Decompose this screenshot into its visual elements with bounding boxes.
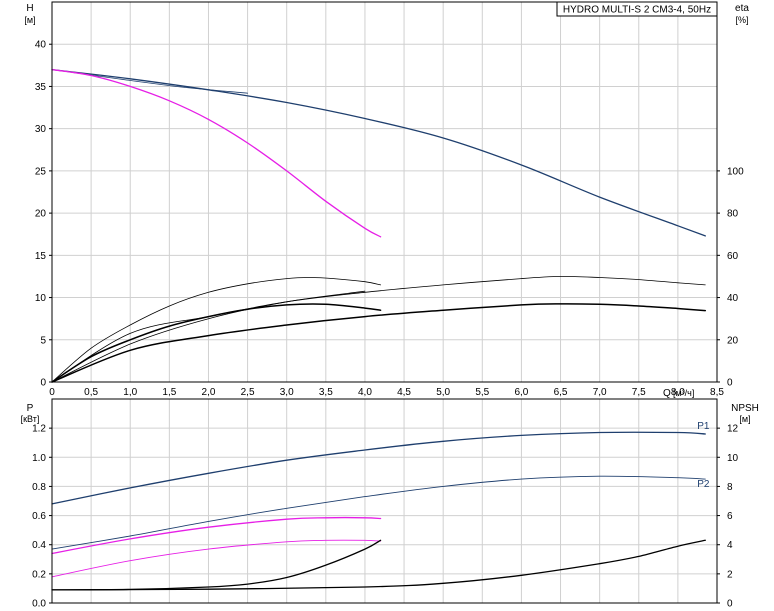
bottom-curves (51, 431, 706, 591)
left-tick-label: 20 (35, 209, 47, 220)
x-tick-label: 6,0 (514, 387, 528, 398)
left-tick-label: 40 (35, 40, 47, 51)
top-curve-6 (51, 303, 382, 383)
bottom-left-axis-title: P (27, 403, 34, 414)
bottom-curve-4 (51, 539, 382, 578)
top-curve-3 (51, 68, 382, 238)
right-tick-label: 100 (727, 166, 744, 177)
top-curves (51, 68, 707, 383)
left-tick-label: 15 (35, 251, 47, 262)
left-tick-label: 0.4 (32, 540, 46, 551)
bottom-curve-p2 (51, 475, 706, 550)
bottom-right-axis-title: NPSH (731, 403, 759, 414)
right-tick-label: 8 (727, 482, 733, 493)
left-tick-label: 0.0 (32, 599, 46, 610)
right-tick-label: 0 (727, 378, 733, 389)
bottom-left-axis-unit: [кВт] (21, 414, 40, 424)
right-tick-label: 60 (727, 251, 739, 262)
top-curve-5 (51, 275, 706, 383)
top-curve-1 (51, 68, 706, 237)
x-tick-label: 5,0 (436, 387, 450, 398)
right-tick-label: 0 (727, 599, 733, 610)
x-tick-label: 7,0 (593, 387, 607, 398)
top-tick-labels: 0 5 10 15 20 25 30 35 40 0 20 40 60 80 100 0 0,5 1,0 1,5 2,… (35, 40, 744, 398)
top-left-axis-title: H (26, 3, 33, 14)
bottom-curve-6 (51, 539, 706, 591)
right-tick-label: 20 (727, 335, 739, 346)
x-tick-label: 0 (49, 387, 55, 398)
x-tick-label: 3,0 (280, 387, 294, 398)
left-tick-label: 25 (35, 166, 47, 177)
x-axis-title: Q (663, 388, 671, 399)
x-tick-label: 5,5 (475, 387, 489, 398)
bottom-right-axis-unit: [м] (739, 414, 750, 424)
x-tick-label: 1,0 (123, 387, 137, 398)
bottom-plot-frame (51, 398, 718, 604)
top-right-axis-title: eta (735, 3, 749, 14)
right-tick-label: 10 (727, 453, 739, 464)
left-tick-label: 0.2 (32, 569, 46, 580)
right-tick-label: 4 (727, 540, 733, 551)
x-tick-label: 4,5 (397, 387, 411, 398)
right-tick-label: 40 (727, 293, 739, 304)
x-tick-label: 7,5 (632, 387, 646, 398)
chart-title: HYDRO MULTI-S 2 CM3-4, 50Hz (563, 5, 711, 16)
left-tick-label: 1.0 (32, 453, 46, 464)
left-tick-label: 10 (35, 293, 47, 304)
bottom-grid (52, 399, 718, 603)
x-tick-label: 4,0 (358, 387, 372, 398)
pump-performance-chart: 05101520253035400204060801000 0,5 1,0 1,5 2,… (21, 1, 759, 610)
right-tick-label: 2 (727, 569, 733, 580)
series-label-p1: P1 (697, 421, 710, 432)
top-curve-7 (51, 303, 707, 383)
left-tick-label: 0.6 (32, 511, 46, 522)
top-grid (52, 2, 718, 382)
left-tick-label: 0 (40, 378, 46, 389)
x-tick-label: 6,5 (554, 387, 568, 398)
x-tick-label: 8,5 (710, 387, 724, 398)
x-axis-unit: [м³/ч] (673, 388, 694, 398)
left-tick-label: 0.8 (32, 482, 46, 493)
left-tick-label: 35 (35, 82, 47, 93)
x-tick-label: 2,5 (241, 387, 255, 398)
bottom-curve-p1 (51, 431, 706, 505)
series-label-p2: P2 (697, 479, 710, 490)
x-tick-label: 0,5 (84, 387, 98, 398)
right-tick-label: 6 (727, 511, 733, 522)
top-right-axis-unit: [%] (735, 15, 748, 25)
top-plot-frame (51, 1, 718, 383)
x-tick-label: 3,5 (319, 387, 333, 398)
top-left-axis-unit: [м] (24, 15, 35, 25)
x-tick-label: 1,5 (162, 387, 176, 398)
left-tick-label: 5 (40, 335, 46, 346)
left-tick-label: 1.2 (32, 424, 46, 435)
top-curve-4 (51, 277, 381, 383)
right-tick-label: 12 (727, 424, 739, 435)
left-tick-label: 30 (35, 124, 47, 135)
x-tick-label: 2,0 (202, 387, 216, 398)
right-tick-label: 80 (727, 209, 739, 220)
